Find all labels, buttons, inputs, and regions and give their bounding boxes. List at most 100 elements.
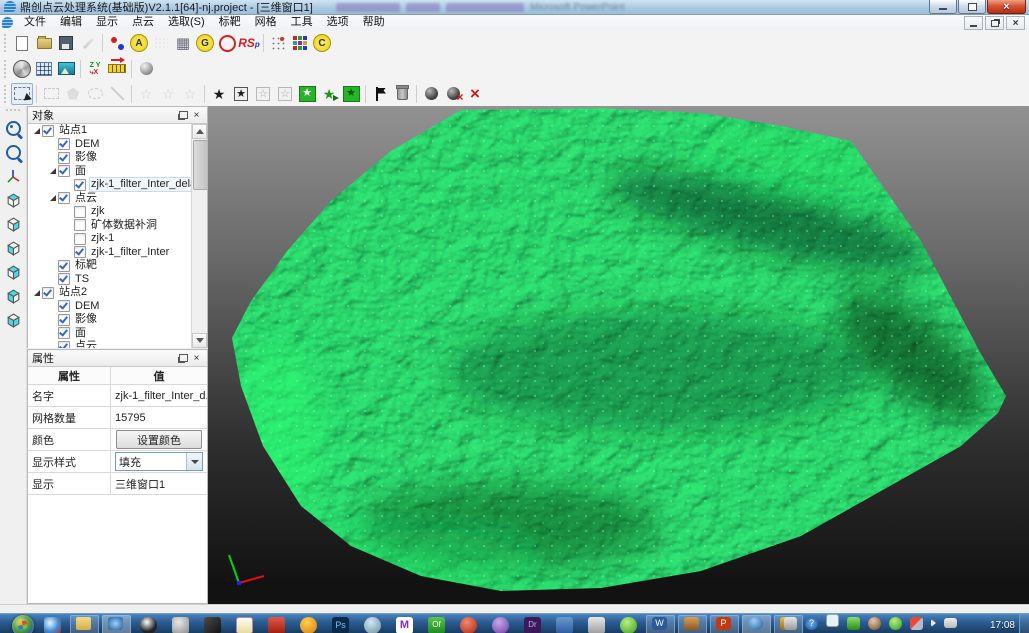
menu-target[interactable]: 标靶 <box>212 15 248 30</box>
taskbar-globe-icon[interactable] <box>364 617 381 633</box>
star-apply-button[interactable]: ★ <box>340 83 362 105</box>
menu-select[interactable]: 选取(S) <box>161 15 212 30</box>
property-value[interactable]: 三维窗口1 <box>111 473 207 494</box>
checkbox[interactable] <box>58 327 70 339</box>
tree-item[interactable]: TS <box>28 273 207 287</box>
link-points-button[interactable] <box>267 32 289 54</box>
taskbar-red-ball-icon[interactable] <box>460 617 477 633</box>
menu-tools[interactable]: 工具 <box>284 15 320 30</box>
checkbox[interactable] <box>74 233 86 245</box>
mdi-minimize-button[interactable] <box>964 16 983 30</box>
tree-item[interactable]: 站点1 <box>28 124 207 138</box>
tree-item[interactable]: 影像 <box>28 313 207 327</box>
usb-tray-icon[interactable] <box>847 617 860 630</box>
tree-item[interactable]: 点云 <box>28 192 207 206</box>
scroll-up-button[interactable] <box>192 124 207 139</box>
taskbar-pointcloud-app-button[interactable] <box>742 615 771 633</box>
taskbar-green-ball-icon[interactable] <box>620 617 637 633</box>
sphere-delete-button[interactable] <box>442 83 464 105</box>
view-cube-top-button[interactable] <box>2 189 24 211</box>
color-grid-button[interactable] <box>289 32 311 54</box>
taskbar-dreamweaver-icon[interactable]: Dr <box>524 617 541 633</box>
taskbar-word-button[interactable]: W <box>646 615 675 633</box>
circle-c-button[interactable]: C <box>311 32 333 54</box>
flag-button[interactable] <box>369 83 391 105</box>
tree-scrollbar[interactable] <box>191 124 207 348</box>
polygon-select-button[interactable] <box>62 83 84 105</box>
line-select-button[interactable] <box>106 83 128 105</box>
zyx-axis-button[interactable]: Z Y⤷X <box>84 58 106 80</box>
scrollbar-thumb[interactable] <box>193 140 207 190</box>
taskbar-ball-app-icon[interactable] <box>44 617 61 633</box>
sphere-button[interactable] <box>135 58 157 80</box>
chevron-down-icon[interactable] <box>186 453 202 470</box>
open-button[interactable] <box>33 32 55 54</box>
star-frame-button[interactable]: ★ <box>230 83 252 105</box>
circle-o-button[interactable] <box>216 32 238 54</box>
taskbar-notepad-icon[interactable] <box>236 617 253 633</box>
toolbar-grip[interactable] <box>3 59 8 79</box>
mdi-close-button[interactable]: × <box>1006 16 1025 30</box>
star-add-button[interactable]: ☆ <box>135 83 157 105</box>
zoom-window-button[interactable] <box>2 117 24 139</box>
toolbar-grip[interactable] <box>5 108 21 113</box>
flag-tray-icon[interactable] <box>910 617 923 630</box>
checkbox[interactable] <box>42 287 54 299</box>
taskbar-gray-app-icon[interactable] <box>588 617 605 633</box>
float-panel-button[interactable] <box>177 109 190 121</box>
star-green-box-button[interactable]: ★ <box>296 83 318 105</box>
menu-help[interactable]: 帮助 <box>356 15 392 30</box>
speaker-tray-icon[interactable] <box>931 619 936 627</box>
expander-icon[interactable] <box>32 128 42 134</box>
taskbar-active-app-button[interactable] <box>102 615 131 633</box>
taskbar-orange-ball-icon[interactable] <box>300 617 317 633</box>
circle-g-button[interactable]: G <box>194 32 216 54</box>
checkbox[interactable] <box>58 314 70 326</box>
scroll-down-button[interactable] <box>192 333 207 348</box>
point-cloud-button[interactable] <box>150 32 172 54</box>
keyboard-layout-icon[interactable] <box>944 618 957 628</box>
checkbox[interactable] <box>74 179 86 191</box>
star-black-button[interactable]: ★ <box>208 83 230 105</box>
tree-item[interactable]: DEM <box>28 300 207 314</box>
lasso-select-button[interactable] <box>84 83 106 105</box>
stamp-in-button[interactable]: ☆ <box>252 83 274 105</box>
close-panel-button[interactable]: × <box>190 109 203 121</box>
trash-button[interactable] <box>391 83 413 105</box>
user-tray-icon[interactable] <box>868 617 881 630</box>
menu-options[interactable]: 选项 <box>320 15 356 30</box>
view-cube-top-left-button[interactable] <box>2 285 24 307</box>
menu-view[interactable]: 显示 <box>89 15 125 30</box>
expander-icon[interactable] <box>32 290 42 296</box>
taskbar-green-app-icon[interactable]: Of <box>428 617 445 633</box>
tree-item[interactable]: 面 <box>28 327 207 341</box>
rect-select-button[interactable] <box>40 83 62 105</box>
taskbar-dark-app-icon[interactable] <box>204 617 221 633</box>
property-value[interactable]: zjk-1_filter_Inter_d... <box>111 385 207 406</box>
start-button[interactable] <box>12 615 34 633</box>
delete-button[interactable]: × <box>464 83 486 105</box>
taskbar-search-icon[interactable] <box>172 617 189 633</box>
tree-item[interactable]: 点云 <box>28 340 207 348</box>
checkbox[interactable] <box>58 300 70 312</box>
zoom-button[interactable] <box>2 141 24 163</box>
viewport-3d[interactable] <box>208 106 1029 604</box>
tree-item[interactable]: zjk <box>28 205 207 219</box>
checkbox[interactable] <box>74 246 86 258</box>
star-clear-button[interactable]: ☆ <box>179 83 201 105</box>
tree-item[interactable]: DEM <box>28 138 207 152</box>
properties-panel-titlebar[interactable]: 属性 × <box>28 350 207 367</box>
taskbar-photoshop-icon[interactable]: Ps <box>332 617 349 633</box>
taskbar-foxmail-icon[interactable]: M <box>396 617 413 633</box>
close-button[interactable]: × <box>987 0 1026 14</box>
popup-window-icon[interactable] <box>826 614 839 627</box>
display-style-dropdown[interactable]: 填充 <box>115 452 203 471</box>
toolbar-grip[interactable] <box>3 33 8 54</box>
close-panel-button[interactable]: × <box>190 352 203 364</box>
checkbox[interactable] <box>74 219 86 231</box>
new-file-button[interactable] <box>11 32 33 54</box>
circle-a-button[interactable]: A <box>128 32 150 54</box>
tree-item[interactable]: 标靶 <box>28 259 207 273</box>
taskbar-brown-app-button[interactable] <box>678 615 707 633</box>
taskbar-red-app-icon[interactable] <box>268 617 285 633</box>
